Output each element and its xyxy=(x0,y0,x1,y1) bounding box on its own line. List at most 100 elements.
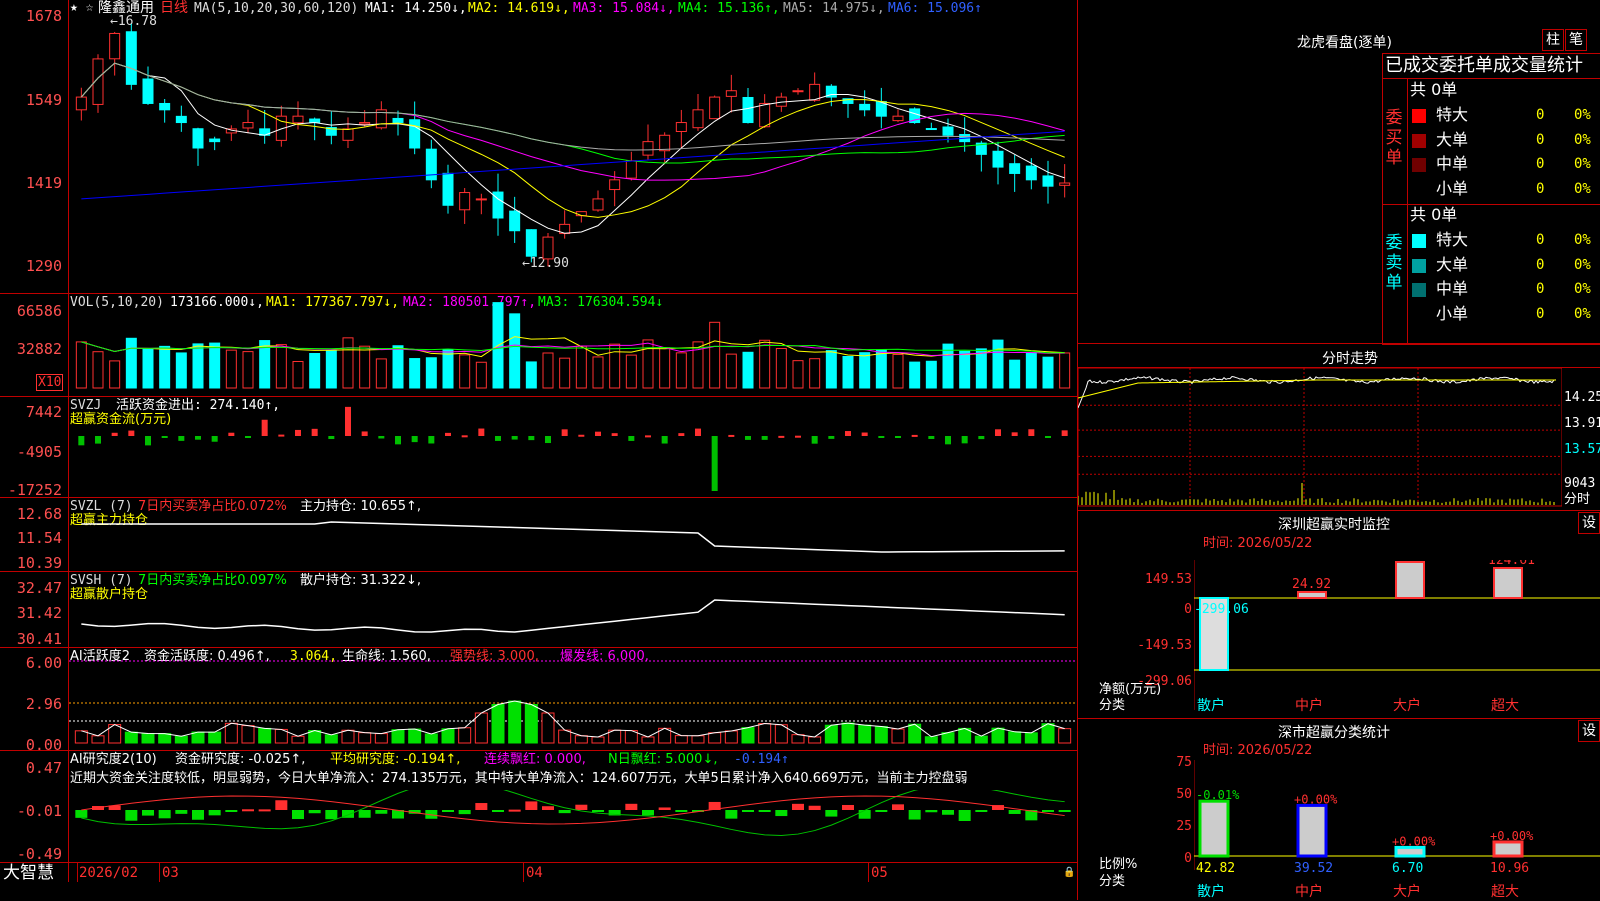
volume-bar xyxy=(475,361,487,389)
tab-bar-view[interactable]: 柱 xyxy=(1542,29,1564,51)
date-tick-mark xyxy=(159,862,160,882)
activity-bar xyxy=(258,727,272,744)
money-flow-chart[interactable] xyxy=(69,397,1077,497)
monitor-bar xyxy=(1297,591,1327,599)
intraday-label: 13.57 xyxy=(1564,442,1600,457)
candle-body xyxy=(1009,163,1021,174)
activity-bar xyxy=(574,735,588,744)
activity-bar xyxy=(941,732,955,744)
volume-bar xyxy=(525,361,537,389)
intraday-price-line xyxy=(1078,376,1557,409)
research-bar xyxy=(158,810,171,819)
research-bar xyxy=(858,810,871,819)
activity-bar xyxy=(141,733,155,744)
classify-axis-label: 25 xyxy=(1176,819,1192,834)
activity-bar xyxy=(924,736,938,744)
activity-bar xyxy=(358,732,372,744)
volume-bar xyxy=(409,358,421,389)
monitor-bar xyxy=(1493,566,1523,599)
research-chart[interactable] xyxy=(69,790,1077,862)
candle-body xyxy=(475,198,487,201)
activity-chart[interactable] xyxy=(69,648,1077,750)
ratio-chart[interactable]: -0.01% 42.82 散户 +0.00% 39.52 中户 +0.00% 6.70 大户 +0… xyxy=(1194,760,1600,900)
flow-bar xyxy=(778,435,785,438)
candle-body xyxy=(1025,165,1037,181)
activity-bar xyxy=(324,734,338,744)
date-tick: 03 xyxy=(162,865,179,881)
candle-body xyxy=(209,138,221,143)
candlestick-chart[interactable] xyxy=(69,0,1077,293)
intraday-chart[interactable] xyxy=(1078,368,1562,508)
flow-bar xyxy=(428,436,435,444)
research-bar xyxy=(142,810,154,816)
candle-body xyxy=(592,198,604,211)
lock-icon[interactable]: 🔒 xyxy=(1063,866,1075,880)
volume-bar xyxy=(825,350,837,389)
flow-bar xyxy=(78,436,85,446)
sell-row-percent: 0% xyxy=(1574,305,1591,322)
ai-active-axis-label: 6.00 xyxy=(25,654,62,672)
svzl-axis-label: 10.39 xyxy=(16,554,62,572)
tab-tick-view[interactable]: 笔 xyxy=(1565,29,1587,51)
date-tick-mark xyxy=(868,862,869,882)
volume-bar xyxy=(609,343,621,389)
volume-bar xyxy=(192,343,204,389)
buy-row-count: 0 xyxy=(1536,131,1545,148)
candle-body xyxy=(509,210,521,232)
monitor-category: 散户 xyxy=(1197,697,1225,714)
sell-row-name: 中单 xyxy=(1436,279,1469,298)
divider xyxy=(1382,78,1600,79)
classify-settings-button[interactable]: 设 xyxy=(1578,720,1600,742)
flow-bar xyxy=(95,436,101,444)
classify-category: 超大 xyxy=(1491,884,1519,900)
flow-bar xyxy=(728,434,735,437)
net-amount-chart[interactable]: -299.06 散户 24.92 中户 149.53 大户 124.61 超大 xyxy=(1194,560,1600,714)
volume-bar xyxy=(342,337,354,389)
flow-bar xyxy=(545,436,551,444)
buy-row-name: 特大 xyxy=(1436,105,1469,124)
intraday-frame xyxy=(1078,368,1562,507)
order-stats-header: 已成交委托单成交量统计 xyxy=(1385,55,1583,76)
monitor-settings-button[interactable]: 设 xyxy=(1578,512,1600,534)
ai-research-axis-label: -0.49 xyxy=(16,845,62,863)
research-bar xyxy=(75,810,88,818)
main-holding-chart[interactable] xyxy=(69,498,1077,571)
volume-bar xyxy=(209,342,221,389)
research-bar xyxy=(375,810,388,814)
activity-bar xyxy=(741,727,755,744)
research-bar xyxy=(742,810,754,812)
flow-bar xyxy=(295,429,301,436)
candle-body xyxy=(392,117,404,124)
divider xyxy=(1077,718,1600,719)
research-bar xyxy=(542,806,554,810)
activity-bar xyxy=(441,728,455,744)
candle-body xyxy=(1059,182,1071,186)
retail-holding-chart[interactable] xyxy=(69,572,1077,647)
research-bar xyxy=(675,810,688,812)
candle-body xyxy=(159,102,171,111)
flow-bar xyxy=(278,434,285,437)
divider xyxy=(1077,343,1600,344)
volume-bar xyxy=(592,356,604,389)
volume-bar xyxy=(959,350,971,389)
sell-row-percent: 0% xyxy=(1574,256,1591,273)
flow-bar xyxy=(878,436,885,438)
research-bar xyxy=(792,803,804,810)
moving-average-line xyxy=(80,62,1065,234)
flow-bar xyxy=(461,435,468,438)
research-bar xyxy=(558,810,571,814)
activity-bar xyxy=(891,728,905,744)
flow-bar xyxy=(211,436,218,442)
panel-divider xyxy=(0,750,1077,751)
activity-bar xyxy=(241,725,255,744)
classify-axis-name: 分类 xyxy=(1099,874,1126,889)
activity-bar xyxy=(724,730,738,744)
activity-bar xyxy=(91,735,105,744)
classify-bar xyxy=(1394,845,1426,858)
volume-chart[interactable] xyxy=(69,294,1077,396)
ai-comment: 近期大资金关注度较低，明显弱势，今日大单净流入：274.135万元，其中特大单净… xyxy=(70,771,968,786)
research-bar xyxy=(875,810,888,812)
volume-bar xyxy=(75,341,87,389)
volume-bar xyxy=(709,321,721,389)
flow-bar xyxy=(261,419,268,436)
